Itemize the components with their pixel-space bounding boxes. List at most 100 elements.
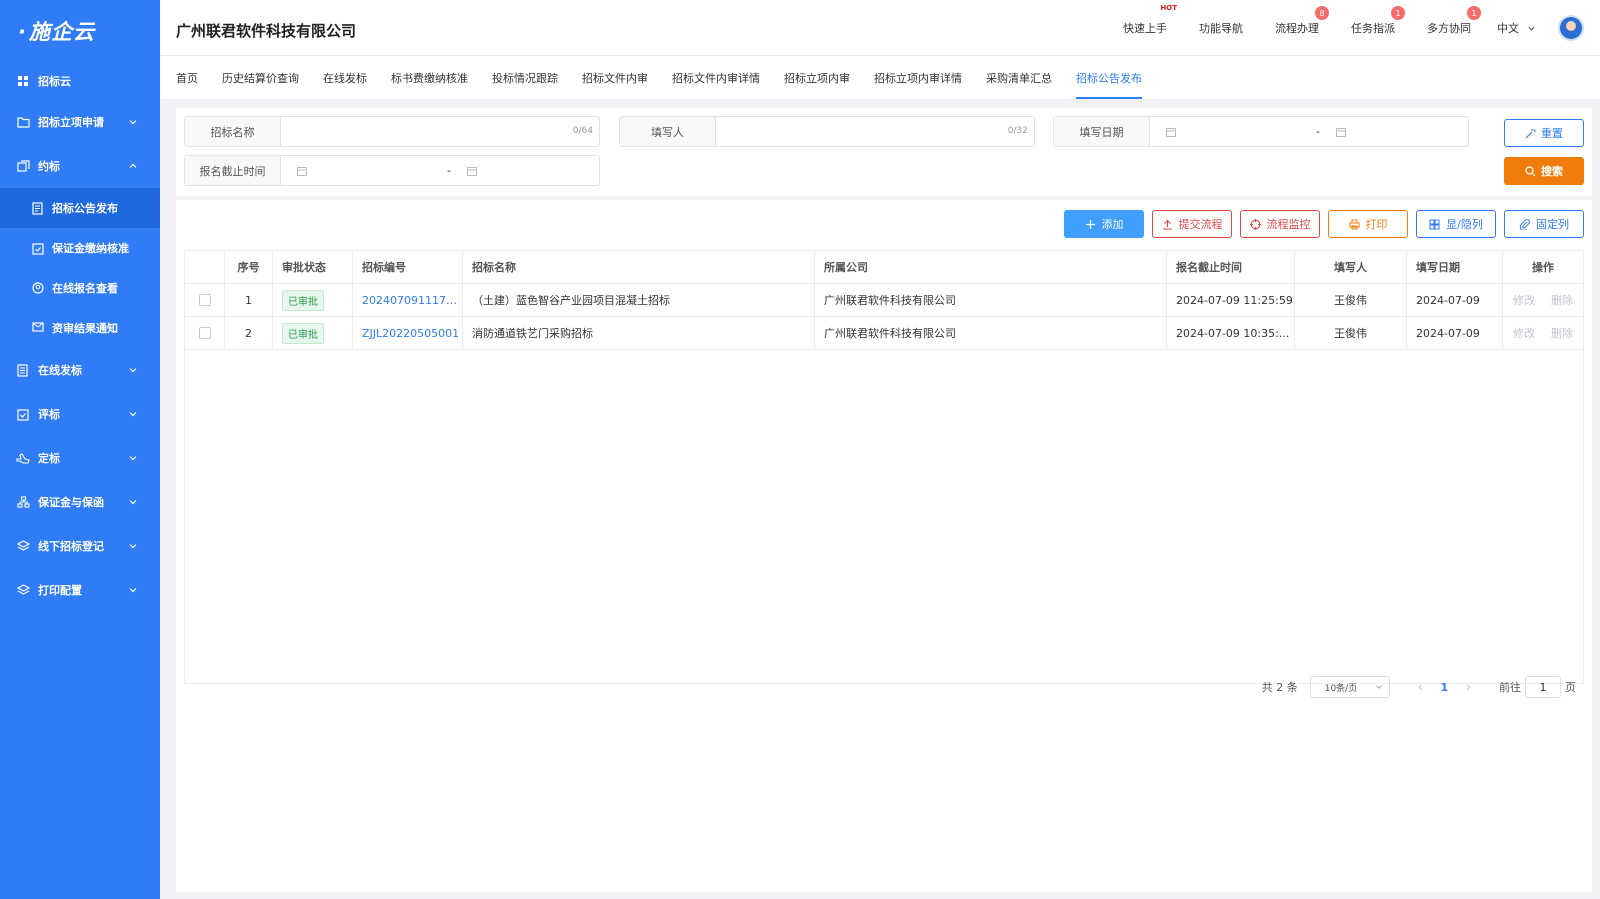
tab-doc-review[interactable]: 招标文件内审 <box>582 56 648 100</box>
deadline-field: 报名截止时间 - <box>184 155 600 186</box>
show-hide-columns-button[interactable]: 显/隐列 <box>1416 210 1496 238</box>
tab-bid-tracking[interactable]: 投标情况跟踪 <box>492 56 558 100</box>
fill-date-cell: 2024-07-09 <box>1407 317 1503 349</box>
header-filler: 填写人 <box>1295 251 1407 283</box>
layers-icon <box>16 539 30 553</box>
goto-page-input[interactable]: 1 <box>1525 676 1561 698</box>
language-label: 中文 <box>1497 22 1519 35</box>
company-cell: 广州联君软件科技有限公司 <box>815 284 1167 316</box>
sidebar-item-print-config[interactable]: 打印配置 <box>0 568 160 612</box>
row-checkbox-cell <box>185 317 225 349</box>
task-assign-label: 任务指派 <box>1351 22 1395 35</box>
sidebar-item-offline-register[interactable]: 线下招标登记 <box>0 524 160 568</box>
range-separator: - <box>447 164 451 177</box>
row-checkbox-cell <box>185 284 225 316</box>
bid-no-link[interactable]: 2024070911170... <box>362 294 462 307</box>
fix-columns-button[interactable]: 固定列 <box>1504 210 1584 238</box>
count-badge: 1 <box>1391 6 1405 20</box>
sidebar-item-online-bid[interactable]: 在线发标 <box>0 348 160 392</box>
bid-no-cell: ZJJL20220505001 <box>353 317 463 349</box>
chevron-down-icon <box>129 456 137 461</box>
language-select[interactable]: 中文 <box>1497 20 1536 36</box>
header-status: 审批状态 <box>273 251 353 283</box>
tab-doc-review-detail[interactable]: 招标文件内审详情 <box>672 56 760 100</box>
header-deadline: 报名截止时间 <box>1167 251 1295 283</box>
page-size-select[interactable]: 10条/页 <box>1309 676 1390 698</box>
sidebar-sub-label: 招标公告发布 <box>52 202 118 215</box>
avatar[interactable] <box>1558 15 1584 41</box>
function-nav-link[interactable]: 功能导航 <box>1199 20 1243 36</box>
logo[interactable]: 施企云 <box>0 0 160 62</box>
range-separator: - <box>1316 125 1320 138</box>
tab-doc-fee[interactable]: 标书费缴纳核准 <box>391 56 468 100</box>
deadline-range[interactable]: - <box>281 156 599 185</box>
sidebar-item-project-apply[interactable]: 招标立项申请 <box>0 100 160 144</box>
sidebar-item-award[interactable]: 定标 <box>0 436 160 480</box>
filler-cell: 王俊伟 <box>1295 317 1407 349</box>
sidebar-sub-qualification-notice[interactable]: 资审结果通知 <box>0 308 160 348</box>
filler-label: 填写人 <box>620 117 716 146</box>
check-clipboard-icon <box>32 242 45 255</box>
chevron-down-icon <box>129 412 137 417</box>
bid-no-link[interactable]: ZJJL20220505001 <box>362 327 459 340</box>
char-count: 0/32 <box>1007 126 1028 136</box>
sidebar-item-evaluation[interactable]: 评标 <box>0 392 160 436</box>
mail-icon <box>32 321 45 335</box>
deadline-cell: 2024-07-09 10:35:... <box>1167 317 1295 349</box>
tab-online-bid[interactable]: 在线发标 <box>323 56 367 100</box>
delete-button[interactable]: 删除 <box>1551 292 1573 308</box>
next-page-button[interactable]: › <box>1466 680 1471 694</box>
delete-button[interactable]: 删除 <box>1551 325 1573 341</box>
filler-input[interactable]: 0/32 <box>716 117 1034 146</box>
add-button[interactable]: 添加 <box>1064 210 1144 238</box>
process-handle-link[interactable]: 流程办理 8 <box>1275 6 1329 36</box>
submit-flow-button[interactable]: 提交流程 <box>1152 210 1232 238</box>
tab-notice-publish[interactable]: 招标公告发布 <box>1076 56 1142 100</box>
header-index: 序号 <box>225 251 273 283</box>
sidebar-sub-label: 在线报名查看 <box>52 282 118 295</box>
sidebar: 施企云 招标云 招标立项申请 约标 招标公告发布 保证金缴纳核准 在线报名查看 … <box>0 0 160 899</box>
sidebar-item-deposit-guarantee[interactable]: 保证金与保函 <box>0 480 160 524</box>
show-hide-label: 显/隐列 <box>1446 218 1483 231</box>
tab-purchase-summary[interactable]: 采购清单汇总 <box>986 56 1052 100</box>
row-index: 2 <box>225 317 273 349</box>
tab-home[interactable]: 首页 <box>176 56 198 100</box>
tab-project-review-detail[interactable]: 招标立项内审详情 <box>874 56 962 100</box>
tab-project-review[interactable]: 招标立项内审 <box>784 56 850 100</box>
company-cell: 广州联君软件科技有限公司 <box>815 317 1167 349</box>
sidebar-sub-notice-publish[interactable]: 招标公告发布 <box>0 188 160 228</box>
sidebar-sub-deposit-approval[interactable]: 保证金缴纳核准 <box>0 228 160 268</box>
flow-monitor-button[interactable]: 流程监控 <box>1240 210 1320 238</box>
edit-button[interactable]: 修改 <box>1513 292 1535 308</box>
header-actions: 操作 <box>1532 261 1554 274</box>
sidebar-item-yuebiao[interactable]: 约标 <box>0 144 160 188</box>
collaboration-link[interactable]: 多方协同 1 <box>1427 6 1481 36</box>
filler-field: 填写人 0/32 <box>619 116 1035 147</box>
chevron-down-icon <box>129 588 137 593</box>
goto-page: 前往 1 页 <box>1499 676 1576 698</box>
fill-date-range[interactable]: - <box>1150 117 1468 146</box>
row-checkbox[interactable] <box>198 327 211 339</box>
reset-button[interactable]: 重置 <box>1504 119 1584 147</box>
tab-history-price[interactable]: 历史结算价查询 <box>222 56 299 100</box>
sidebar-sub-online-register[interactable]: 在线报名查看 <box>0 268 160 308</box>
quick-start-link[interactable]: 快速上手 HOT <box>1123 4 1177 36</box>
filler-cell: 王俊伟 <box>1295 284 1407 316</box>
table-row: 1 已审批 2024070911170... （土建）蓝色智谷产业园项目混凝土招… <box>185 284 1583 317</box>
paperclip-icon <box>1519 218 1530 230</box>
page-number[interactable]: 1 <box>1441 681 1449 694</box>
bid-name-field: 招标名称 0/64 <box>184 116 600 147</box>
prev-page-button[interactable]: ‹ <box>1418 680 1423 694</box>
search-button[interactable]: 搜索 <box>1504 157 1584 185</box>
header-bid-name: 招标名称 <box>463 251 815 283</box>
print-button[interactable]: 打印 <box>1328 210 1408 238</box>
task-assign-link[interactable]: 任务指派 1 <box>1351 6 1405 36</box>
row-checkbox[interactable] <box>198 294 211 306</box>
page-tabs: 首页 历史结算价查询 在线发标 标书费缴纳核准 投标情况跟踪 招标文件内审 招标… <box>160 56 1600 100</box>
sidebar-item-zhaobiaoyun[interactable]: 招标云 <box>0 62 160 100</box>
bid-name-input[interactable]: 0/64 <box>281 117 599 146</box>
bid-no-cell: 2024070911170... <box>353 284 463 316</box>
actions-cell: 修改 删除 <box>1503 317 1583 349</box>
collaboration-label: 多方协同 <box>1427 22 1471 35</box>
edit-button[interactable]: 修改 <box>1513 325 1535 341</box>
